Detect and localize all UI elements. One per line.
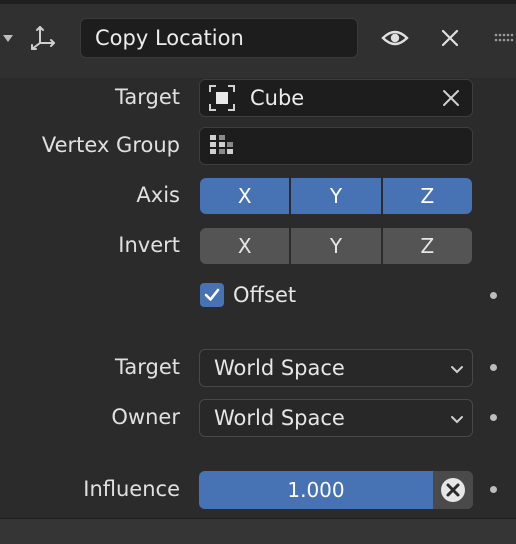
chevron-down-icon — [451, 416, 463, 424]
disable-keep-transform-button[interactable] — [433, 471, 473, 509]
clear-target-icon[interactable] — [436, 84, 466, 112]
next-panel-edge — [0, 518, 516, 544]
axis-x-toggle[interactable]: X — [200, 178, 292, 214]
offset-checkbox[interactable] — [200, 283, 224, 307]
axis-toggle-group: X Y Z — [200, 178, 472, 214]
target-space-keyframe-dot-icon[interactable] — [490, 364, 497, 371]
vertex-group-label: Vertex Group — [41, 133, 180, 157]
influence-label: Influence — [83, 477, 180, 501]
influence-value: 1.000 — [287, 478, 345, 502]
owner-space-label: Owner — [111, 405, 180, 429]
offset-label[interactable]: Offset — [233, 277, 296, 313]
target-space-value: World Space — [214, 356, 345, 380]
vertex-group-field[interactable] — [199, 127, 473, 165]
target-label: Target — [115, 85, 180, 109]
constraint-name-input[interactable]: Copy Location — [80, 18, 358, 58]
owner-space-value: World Space — [214, 406, 345, 430]
checkmark-icon — [204, 288, 220, 301]
axis-z-toggle[interactable]: Z — [382, 178, 472, 214]
target-space-label: Target — [115, 355, 180, 379]
close-icon[interactable] — [434, 22, 466, 54]
clear-x-circle-icon — [441, 478, 465, 502]
invert-label: Invert — [118, 233, 180, 257]
target-object-field[interactable]: Cube — [199, 79, 473, 117]
axis-label: Axis — [136, 183, 180, 207]
influence-slider[interactable]: 1.000 — [199, 471, 473, 509]
collapse-triangle-icon[interactable] — [0, 26, 16, 50]
owner-space-dropdown[interactable]: World Space — [199, 399, 473, 437]
target-object-value: Cube — [250, 86, 305, 110]
offset-keyframe-dot-icon[interactable] — [490, 292, 497, 299]
copy-location-constraint-icon — [26, 22, 60, 54]
vertex-group-icon — [206, 132, 236, 160]
influence-keyframe-dot-icon[interactable] — [490, 486, 497, 493]
invert-y-toggle[interactable]: Y — [291, 228, 383, 264]
drag-handle-icon[interactable] — [490, 24, 516, 52]
owner-space-keyframe-dot-icon[interactable] — [490, 414, 497, 421]
invert-x-toggle[interactable]: X — [200, 228, 292, 264]
chevron-down-icon — [451, 366, 463, 374]
object-eyedropper-icon[interactable] — [206, 83, 238, 113]
eye-icon[interactable] — [378, 22, 412, 54]
invert-z-toggle[interactable]: Z — [382, 228, 472, 264]
invert-toggle-group: X Y Z — [200, 228, 472, 264]
axis-y-toggle[interactable]: Y — [291, 178, 383, 214]
target-space-dropdown[interactable]: World Space — [199, 349, 473, 387]
